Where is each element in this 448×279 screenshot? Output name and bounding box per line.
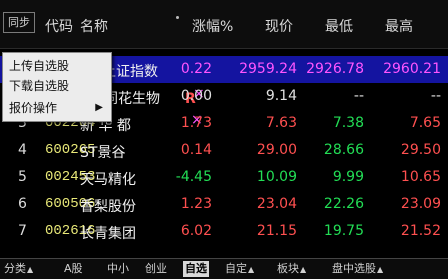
table-row[interactable]: 5 002453 天马精化 -4.45 10.09 9.99 10.65 [0, 164, 448, 191]
tab-chinext[interactable]: 创业 [143, 261, 169, 277]
low-price: 2926.78 [306, 61, 364, 77]
table-row[interactable]: 4 600265 ST景谷 0.14 29.00 28.66 29.50 [0, 137, 448, 164]
table-row[interactable]: 6 600506 香梨股份 1.23 23.04 22.26 23.09 [0, 191, 448, 218]
change-pct: 1.73 [180, 115, 212, 131]
high-price: 2960.21 [383, 61, 441, 77]
low-price: 28.66 [323, 142, 364, 158]
high-price: 7.65 [409, 115, 441, 131]
bottom-tab-bar: 分类▲ A股 中小 创业 自选 自定▲ 板块▲ 盘中选股▲ [0, 258, 448, 279]
low-price: 19.75 [323, 223, 364, 239]
stock-name: ST景谷 [80, 145, 126, 161]
dropdown-arrow-icon: ▲ [27, 265, 34, 274]
tab-a-shares[interactable]: A股 [62, 261, 85, 277]
sync-button[interactable]: 同步 [3, 12, 35, 33]
tab-intraday-screener[interactable]: 盘中选股▲ [330, 261, 385, 277]
change-pct: 0.14 [180, 142, 212, 158]
stock-name: 香梨股份 [80, 199, 136, 215]
change-pct: 0.00 [180, 88, 212, 104]
col-low-header[interactable]: 最低 [325, 16, 353, 36]
high-price: 10.65 [400, 169, 441, 185]
dropdown-arrow-icon: ▲ [300, 265, 307, 274]
column-header: 同步 代码 名称 涨幅% 现价 最低 最高 [0, 0, 448, 49]
table-row[interactable]: 7 002616 长青集团 6.02 21.15 19.75 21.52 [0, 218, 448, 245]
row-index: 7 [18, 223, 27, 239]
tab-sectors[interactable]: 板块▲ [275, 261, 308, 277]
row-index: 6 [18, 196, 27, 212]
col-price-header[interactable]: 现价 [265, 16, 293, 36]
dropdown-arrow-icon: ▲ [248, 265, 255, 274]
dropdown-arrow-icon: ▲ [377, 265, 384, 274]
high-price: 21.52 [400, 223, 441, 239]
context-menu: 上传自选股 下载自选股 报价操作 ▶ [2, 52, 112, 122]
stock-name: 天马精化 [80, 172, 136, 188]
price: 29.00 [256, 142, 297, 158]
price: 7.63 [265, 115, 297, 131]
change-pct: 6.02 [180, 223, 212, 239]
low-price: -- [353, 88, 364, 104]
col-name-header[interactable]: 名称 [80, 16, 108, 36]
col-change-header[interactable]: 涨幅% [192, 16, 233, 36]
change-pct: 1.23 [180, 196, 212, 212]
price: 2959.24 [239, 61, 297, 77]
row-index: 5 [18, 169, 27, 185]
price: 21.15 [256, 223, 297, 239]
menu-item-upload-watchlist[interactable]: 上传自选股 [9, 56, 107, 76]
low-price: 22.26 [323, 196, 364, 212]
change-pct: 0.22 [180, 61, 212, 77]
tab-sme[interactable]: 中小 [105, 261, 131, 277]
tab-custom[interactable]: 自定▲ [223, 261, 256, 277]
change-pct: -4.45 [175, 169, 212, 185]
col-high-header[interactable]: 最高 [385, 16, 413, 36]
col-code-header[interactable]: 代码 [45, 16, 73, 36]
row-index: 4 [18, 142, 27, 158]
price: 9.14 [265, 88, 297, 104]
stock-name: 长青集团 [80, 226, 136, 242]
menu-item-download-watchlist[interactable]: 下载自选股 [9, 76, 107, 96]
tab-watchlist[interactable]: 自选 [183, 261, 209, 277]
sort-indicator-icon [176, 16, 179, 19]
menu-item-quote-operations[interactable]: 报价操作 ▶ [9, 98, 107, 118]
price: 10.09 [256, 169, 297, 185]
high-price: 23.09 [400, 196, 441, 212]
stock-name: 同花生物 [104, 91, 160, 107]
menu-item-label: 报价操作 [9, 101, 58, 115]
high-price: 29.50 [400, 142, 441, 158]
submenu-arrow-icon: ▶ [95, 102, 103, 113]
low-price: 9.99 [332, 169, 364, 185]
high-price: -- [430, 88, 441, 104]
price: 23.04 [256, 196, 297, 212]
low-price: 7.38 [332, 115, 364, 131]
tab-category[interactable]: 分类▲ [2, 261, 35, 277]
